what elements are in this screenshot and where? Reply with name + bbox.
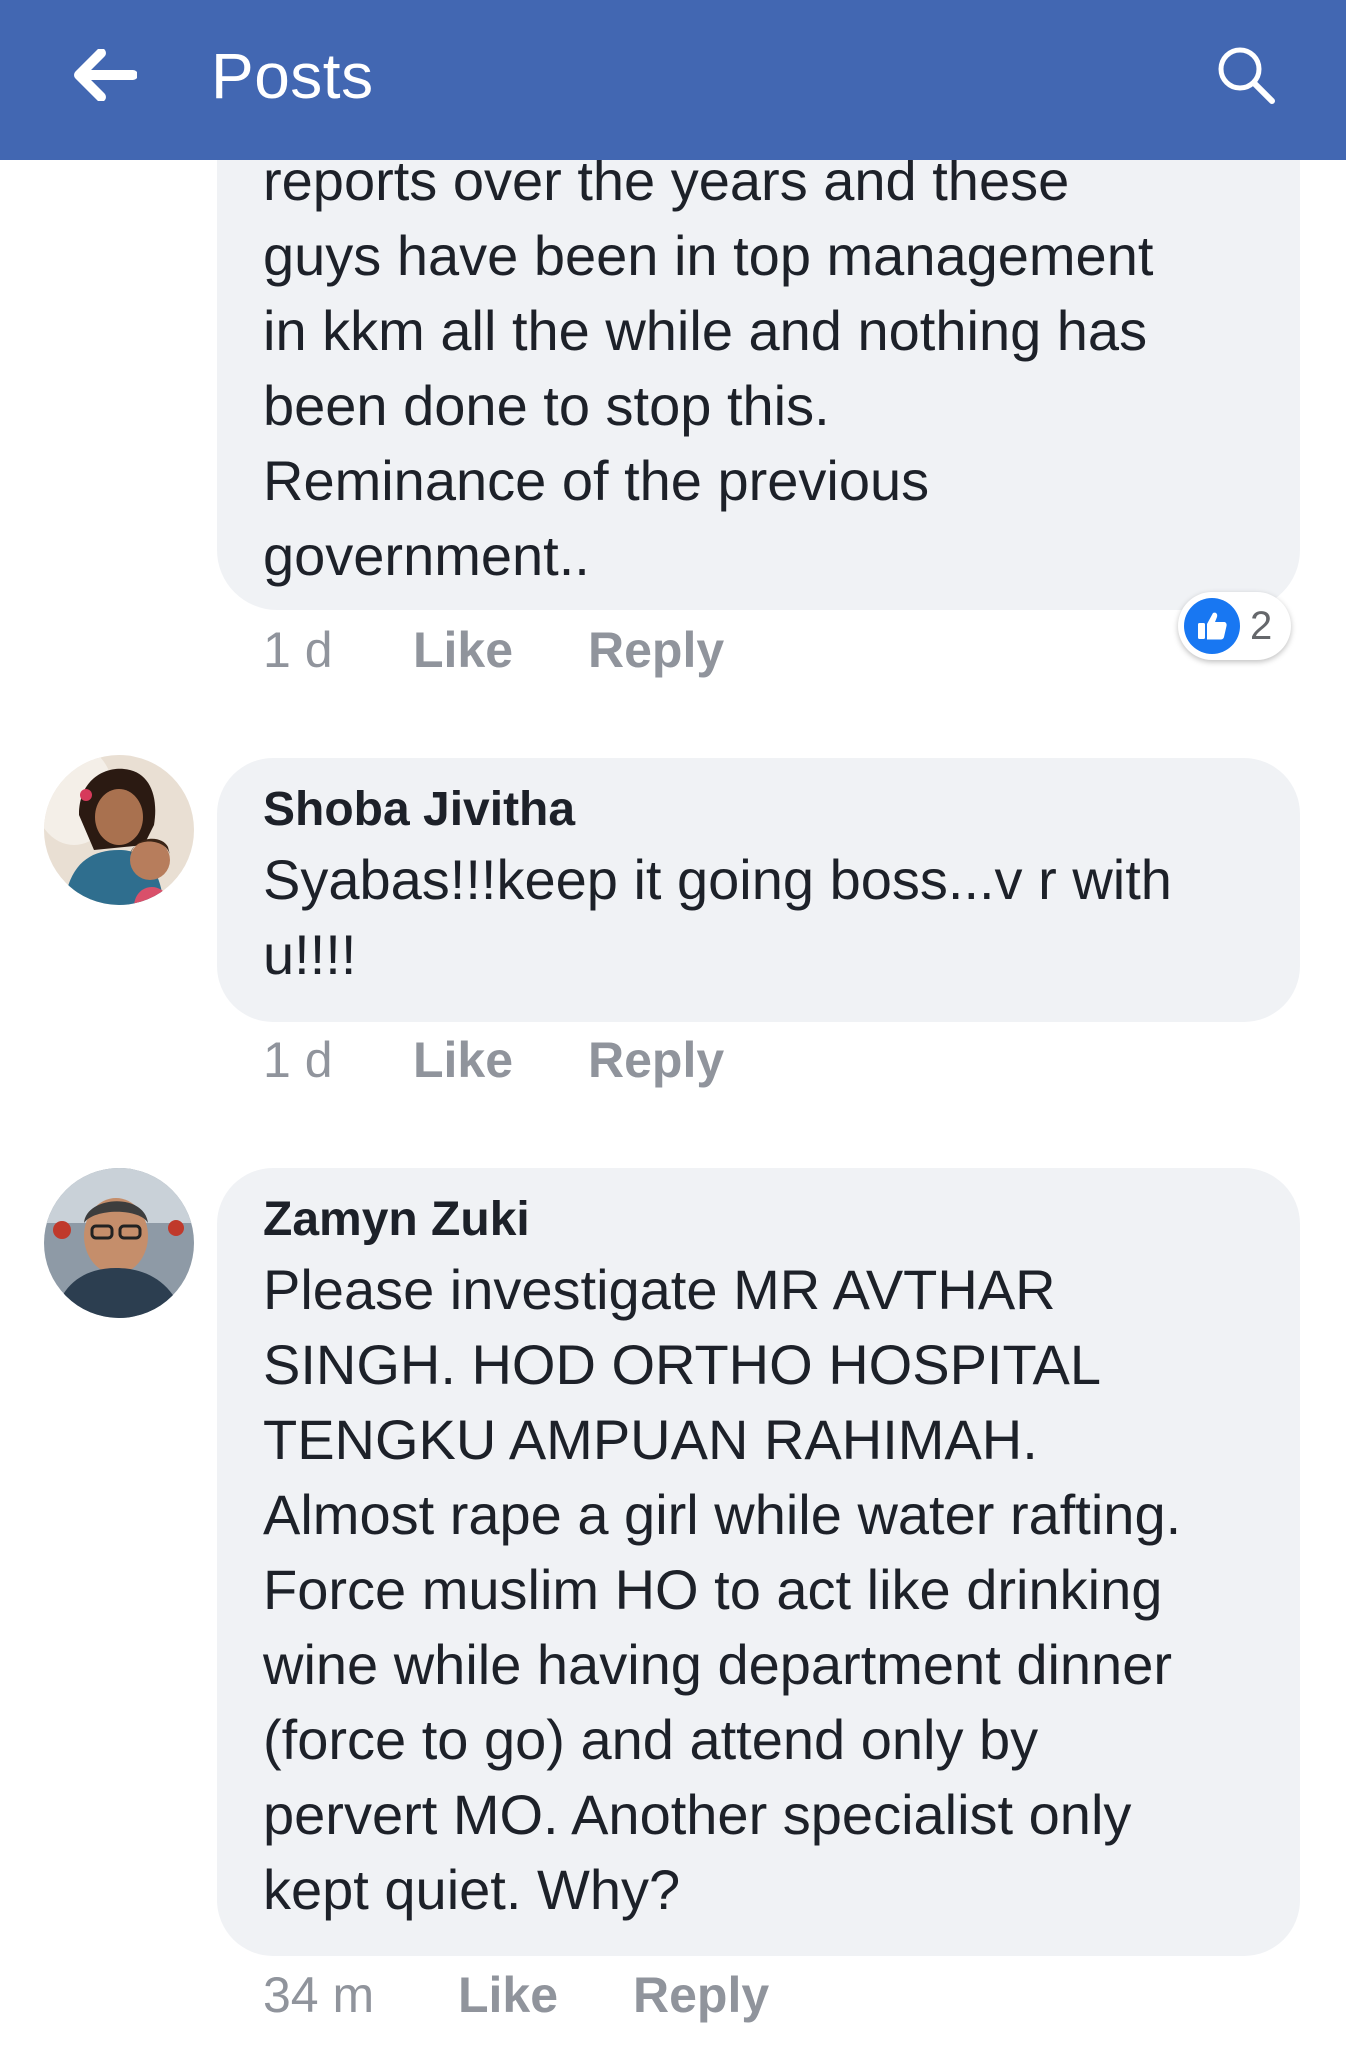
like-button[interactable]: Like [413, 1025, 513, 1095]
comment-bubble[interactable]: reports over the years and these guys ha… [217, 90, 1300, 610]
comment-timestamp: 1 d [263, 622, 333, 678]
comment-text: Syabas!!!keep it going boss...v r with u… [263, 848, 1172, 986]
reply-button[interactable]: Reply [588, 1025, 724, 1095]
comment-timestamp: 1 d [263, 1032, 333, 1088]
comment-timestamp: 34 m [263, 1967, 375, 2023]
like-button[interactable]: Like [458, 1960, 558, 2030]
back-button[interactable] [60, 30, 150, 120]
like-button[interactable]: Like [413, 615, 513, 685]
search-button[interactable] [1201, 30, 1291, 120]
comment-text: reports over the years and these guys ha… [263, 149, 1154, 587]
reaction-count-number: 2 [1250, 603, 1273, 648]
top-app-bar: Posts [0, 0, 1346, 160]
comment-author[interactable]: Zamyn Zuki [263, 1168, 1260, 1250]
comment-text: Please investigate MR AVTHAR SINGH. HOD … [263, 1258, 1182, 1921]
search-icon [1218, 47, 1275, 104]
avatar[interactable] [44, 1168, 194, 1318]
reaction-count[interactable]: 2 [1178, 592, 1291, 660]
arrow-left-icon [74, 49, 137, 101]
comment-bubble[interactable]: Zamyn Zuki Please investigate MR AVTHAR … [217, 1168, 1300, 1956]
comment-author[interactable]: Shoba Jivitha [263, 758, 1260, 840]
reply-button[interactable]: Reply [633, 1960, 769, 2030]
page-title: Posts [211, 40, 374, 112]
reply-button[interactable]: Reply [588, 615, 724, 685]
thumbs-up-icon [1184, 598, 1240, 654]
avatar[interactable] [44, 755, 194, 905]
comment-bubble[interactable]: Shoba Jivitha Syabas!!!keep it going bos… [217, 758, 1300, 1022]
